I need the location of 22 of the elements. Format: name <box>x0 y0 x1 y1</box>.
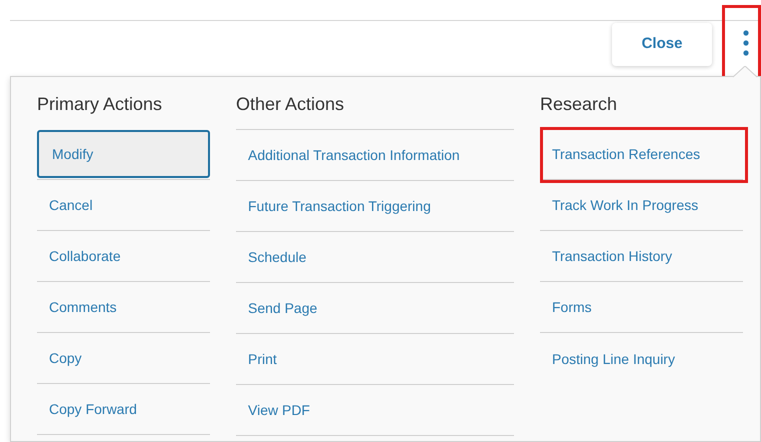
menu-item[interactable]: Copy Forward <box>37 398 137 420</box>
menu-item[interactable]: Track Work In Progress <box>540 194 698 216</box>
close-button[interactable]: Close <box>612 23 712 66</box>
more-options-icon <box>743 30 749 56</box>
menu-item[interactable]: Send Page <box>236 297 318 319</box>
menu-item[interactable]: Collaborate <box>37 245 121 267</box>
column-heading: Other Actions <box>236 93 346 116</box>
menu-item[interactable]: Future Transaction Triggering <box>236 195 431 217</box>
menu-item[interactable]: Copy <box>37 347 82 369</box>
menu-item[interactable]: Schedule <box>236 246 306 268</box>
menu-item[interactable]: Forms <box>540 296 592 318</box>
menu-item[interactable]: View PDF <box>236 399 310 421</box>
menu-item[interactable]: Transaction References <box>540 143 700 165</box>
menu-item[interactable]: Cancel <box>37 194 93 216</box>
menu-item[interactable]: Additional Transaction Information <box>236 144 460 166</box>
column-heading: Research <box>540 93 618 116</box>
menu-item[interactable]: Transaction History <box>540 245 672 267</box>
menu-item[interactable]: Comments <box>37 296 117 318</box>
menu-item[interactable]: Modify <box>37 130 210 178</box>
menu-item[interactable]: Print <box>236 348 277 370</box>
menu-item[interactable]: Posting Line Inquiry <box>540 348 675 370</box>
column-heading: Primary Actions <box>37 93 164 116</box>
